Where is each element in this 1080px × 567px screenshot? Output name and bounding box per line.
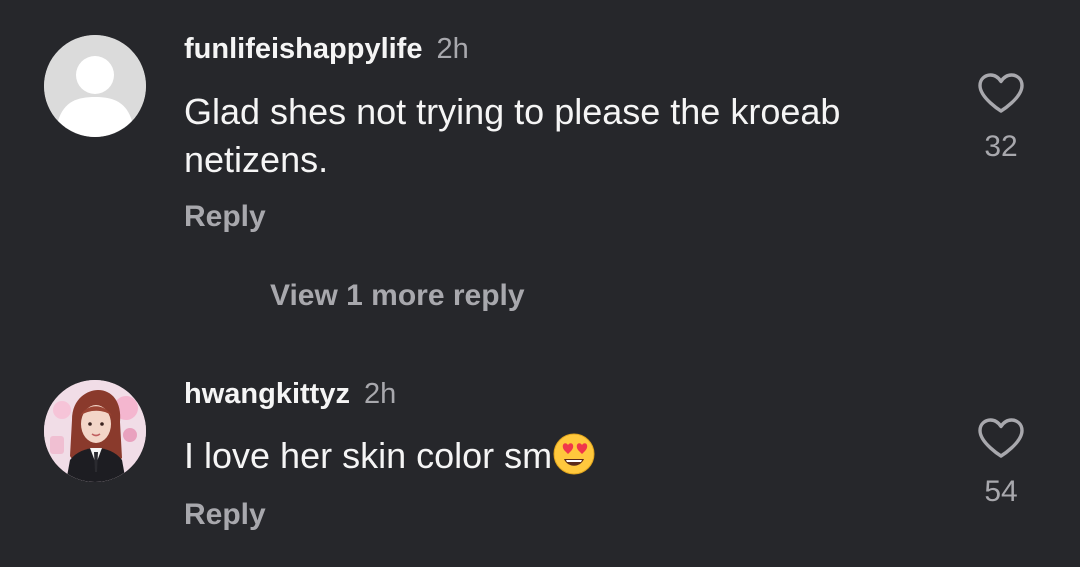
comment-text-line: I love her skin color sm [184,432,944,488]
heart-eyes-emoji-icon [552,432,596,488]
comments-panel: funlifeishappylife 2h Glad shes not tryin… [0,0,1080,567]
heart-icon[interactable] [977,72,1025,114]
like-count: 54 [984,475,1018,508]
username[interactable]: hwangkittyz [184,378,350,410]
comment-text: I love her skin color sm [184,435,553,476]
comment-header: hwangkittyz 2h [184,377,396,411]
heart-icon[interactable] [977,417,1025,459]
like-group: 32 [970,72,1032,164]
like-count: 32 [984,130,1018,163]
comment-header: funlifeishappylife 2h [184,32,469,66]
like-group: 54 [970,417,1032,509]
username[interactable]: funlifeishappylife [184,33,422,65]
user-avatar-photo[interactable] [44,380,146,482]
default-avatar-icon [44,35,146,137]
view-more-replies-button[interactable]: View 1 more reply [270,278,525,314]
timestamp: 2h [436,33,469,65]
reply-button[interactable]: Reply [184,497,266,533]
comment-text: Glad shes not trying to please the kroea… [184,91,841,180]
timestamp: 2h [363,378,397,410]
profile-photo [44,380,146,482]
user-avatar-default[interactable] [44,35,146,137]
reply-button[interactable]: Reply [184,199,266,235]
